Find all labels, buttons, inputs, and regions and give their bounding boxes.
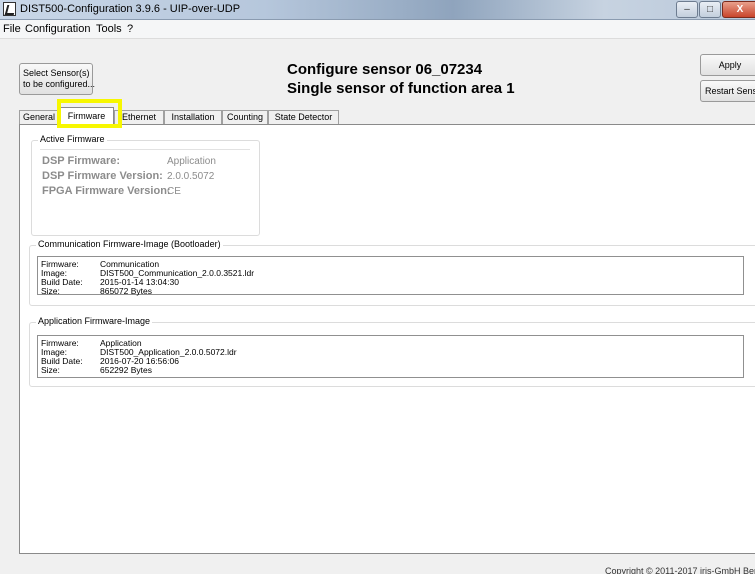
comm-size-value: 865072 Bytes xyxy=(100,286,152,296)
tab-ethernet[interactable]: Ethernet xyxy=(114,110,164,124)
tab-counting[interactable]: Counting xyxy=(222,110,268,124)
app-size-value: 652292 Bytes xyxy=(100,365,152,375)
select-sensor-label-line2: to be configured... xyxy=(23,79,96,89)
close-button[interactable]: X xyxy=(722,1,755,18)
page-title-line2: Single sensor of function area 1 xyxy=(287,80,515,97)
communication-image-details: Firmware: Communication Image: DIST500_C… xyxy=(37,256,744,296)
communication-image-group: Communication Firmware-Image (Bootloader… xyxy=(29,239,755,306)
maximize-button[interactable]: □ xyxy=(699,1,721,18)
menu-configuration[interactable]: Configuration xyxy=(25,23,90,35)
application-image-details: Firmware: Application Image: DIST500_App… xyxy=(37,335,744,378)
tab-firmware[interactable]: Firmware xyxy=(59,107,114,125)
page-title-line1: Configure sensor 06_07234 xyxy=(287,61,483,78)
dsp-firmware-version-value: 2.0.0.5072 xyxy=(167,171,215,182)
fpga-firmware-version-value: CE xyxy=(167,186,181,197)
tab-installation[interactable]: Installation xyxy=(164,110,222,124)
dsp-firmware-label: DSP Firmware: xyxy=(42,155,121,167)
apply-button[interactable]: Apply xyxy=(700,54,755,76)
menu-file[interactable]: File xyxy=(3,23,21,35)
application-image-group: Application Firmware-Image Firmware: App… xyxy=(29,316,755,387)
active-firmware-group: Active Firmware DSP Firmware: Applicatio… xyxy=(31,134,260,236)
fpga-firmware-version-label: FPGA Firmware Version: xyxy=(42,185,171,197)
divider xyxy=(40,149,250,150)
copyright-text: Copyright © 2011-2017 iris-GmbH Berli xyxy=(605,566,755,574)
minimize-button[interactable]: – xyxy=(676,1,698,18)
dsp-firmware-value: Application xyxy=(167,156,216,167)
tab-state-detector[interactable]: State Detector xyxy=(268,110,339,124)
menu-help[interactable]: ? xyxy=(127,23,133,35)
application-image-label: Application Firmware-Image xyxy=(36,316,153,326)
page-title: Configure sensor 06_07234 Single sensor … xyxy=(287,60,515,98)
menu-tools[interactable]: Tools xyxy=(96,23,122,35)
menu-bar: File Configuration Tools ? xyxy=(0,20,755,39)
active-firmware-label: Active Firmware xyxy=(38,134,107,144)
app-icon xyxy=(3,2,16,16)
title-bar: DIST500-Configuration 3.9.6 - UIP-over-U… xyxy=(0,0,755,20)
window-title: DIST500-Configuration 3.9.6 - UIP-over-U… xyxy=(20,3,241,15)
tab-general[interactable]: General xyxy=(19,110,59,124)
app-size-key: Size: xyxy=(41,365,60,375)
select-sensor-label-line1: Select Sensor(s) xyxy=(23,68,90,78)
restart-sensor-button[interactable]: Restart Sensor xyxy=(700,80,755,102)
dsp-firmware-version-label: DSP Firmware Version: xyxy=(42,170,163,182)
comm-size-key: Size: xyxy=(41,286,60,296)
firmware-tab-page: Active Firmware DSP Firmware: Applicatio… xyxy=(19,124,755,554)
select-sensor-button[interactable]: Select Sensor(s) to be configured... xyxy=(19,63,96,95)
communication-image-label: Communication Firmware-Image (Bootloader… xyxy=(36,239,223,249)
